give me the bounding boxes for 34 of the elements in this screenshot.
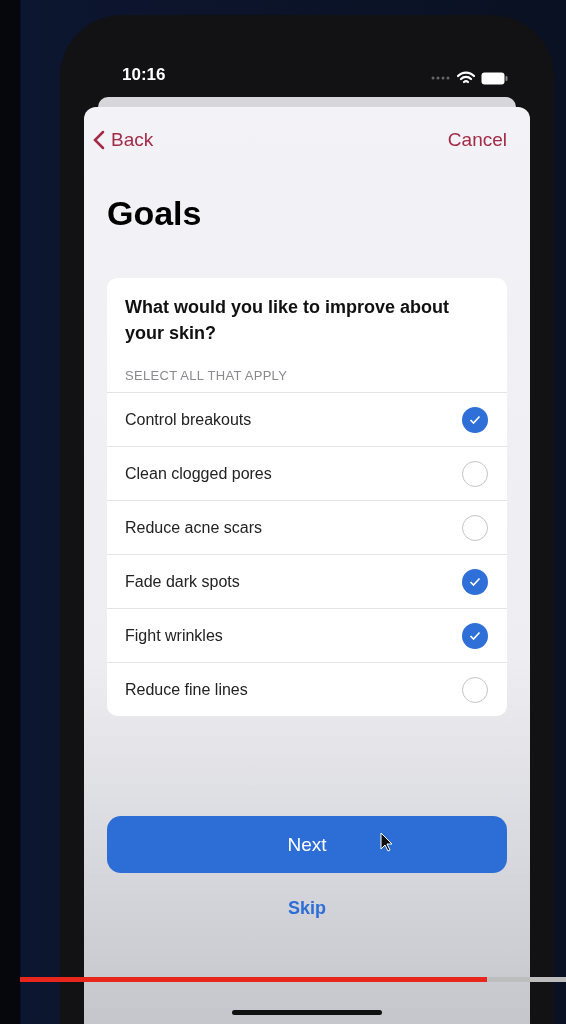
option-label: Reduce acne scars (125, 518, 262, 537)
option-row[interactable]: Clean clogged pores (107, 446, 507, 500)
checkbox[interactable] (462, 460, 488, 487)
option-label: Fight wrinkles (125, 626, 223, 645)
option-label: Fade dark spots (125, 572, 240, 591)
option-label: Control breakouts (125, 410, 252, 429)
instruction-text: SELECT ALL THAT APPLY (124, 368, 289, 384)
checkbox[interactable] (462, 406, 488, 433)
question-text: What would you like to improve about your skin? (124, 296, 450, 345)
checkbox[interactable] (462, 568, 488, 595)
signal-icon (431, 76, 451, 80)
option-row[interactable]: Reduce acne scars (107, 500, 507, 554)
checkmark-icon (469, 630, 481, 641)
option-label: Reduce fine lines (125, 680, 248, 699)
back-button[interactable]: Back (93, 129, 154, 151)
option-row[interactable]: Fight wrinkles (107, 608, 507, 662)
option-row[interactable]: Control breakouts (107, 392, 507, 446)
cancel-button[interactable]: Cancel (447, 129, 507, 151)
checkbox[interactable] (462, 622, 488, 649)
checkbox[interactable] (462, 514, 488, 541)
wifi-icon (457, 71, 475, 85)
page-title: Goals (107, 193, 203, 233)
battery-icon (481, 71, 508, 85)
chevron-left-icon (93, 130, 105, 150)
option-row[interactable]: Fade dark spots (107, 554, 507, 608)
next-button[interactable]: Next (107, 816, 507, 873)
option-row[interactable]: Reduce fine lines (107, 662, 507, 716)
cursor-icon (380, 832, 394, 852)
checkmark-icon (469, 576, 481, 587)
checkbox[interactable] (462, 676, 488, 703)
video-progress-bar[interactable] (20, 977, 566, 982)
option-label: Clean clogged pores (125, 464, 272, 483)
status-time: 10:16 (122, 65, 166, 85)
checkmark-icon (469, 414, 481, 425)
